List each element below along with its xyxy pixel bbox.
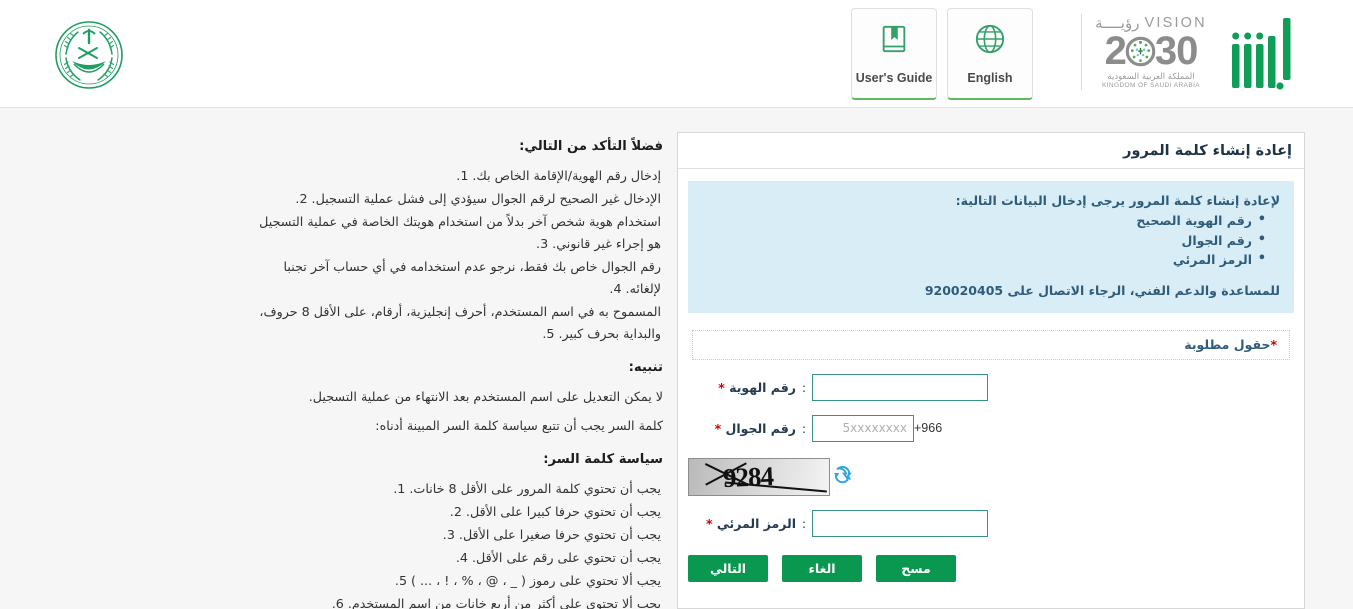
id-field-colon: : [801, 379, 807, 395]
instructions-confirm-heading: فضلاً التأكد من التالي: [519, 139, 663, 154]
mobile-field-label: رقم الجوال * [714, 420, 796, 436]
info-requirements-list: رقم الهوية الصحيح رقم الجوال الرمز المرئ… [702, 210, 1267, 270]
vision-ornament-icon [1125, 36, 1156, 66]
mobile-field-colon: : [801, 420, 807, 436]
list-item: الرمز المرئي [702, 249, 1266, 270]
captcha-field-colon: : [801, 515, 807, 531]
vision-subtitle-ar: المملكة العربية السعودية [1107, 72, 1195, 82]
required-asterisk: * [1270, 336, 1277, 352]
list-item: رقم الجوال خاص بك فقط، نرجو عدم استخدامه… [283, 258, 661, 296]
list-item: يجب أن تحتوي حرفا كبيرا على الأقل. [465, 504, 661, 520]
captcha-input[interactable] [812, 509, 988, 537]
list-item: يجب أن تحتوي على رقم على الأقل. [471, 550, 661, 566]
vision-year: 2 30 [1086, 28, 1216, 73]
required-asterisk: * [714, 420, 722, 436]
language-switch-english-button[interactable]: English [947, 8, 1033, 100]
mobile-number-input[interactable] [812, 414, 914, 442]
list-item: يجب ألا تحتوي على أكثر من أربع خانات من … [347, 596, 661, 609]
id-field-label: رقم الهوية * [718, 379, 796, 395]
page-header: English User's Guide VISION رؤيــــة 2 3… [0, 0, 1353, 108]
page-body: فضلاً التأكد من التالي: إدخال رقم الهوية… [0, 108, 1353, 609]
cancel-button[interactable]: الغاء [782, 554, 862, 582]
captcha-code-text: 9284 [722, 460, 774, 493]
info-lead-text: لإعادة إنشاء كلمة المرور يرجى إدخال البي… [955, 193, 1280, 208]
id-field-row: رقم الهوية * : [688, 373, 1294, 401]
users-guide-button[interactable]: User's Guide [851, 8, 937, 100]
vision-2030-logo: VISION رؤيــــة 2 30 المملكة العربية الس [1081, 14, 1216, 90]
vision-year-right: 30 [1154, 28, 1198, 73]
list-item: رقم الهوية الصحيح [702, 210, 1266, 231]
globe-icon [974, 23, 1006, 59]
instructions-confirm-list: إدخال رقم الهوية/الإقامة الخاص بك. الإدخ… [245, 165, 661, 345]
list-item: الإدخال غير الصحيح لرقم الجوال سيؤدي إلى… [311, 190, 661, 206]
captcha-field-row: الرمز المرئي * : [688, 509, 1294, 537]
refresh-icon[interactable] [830, 465, 854, 489]
absher-logo [1228, 14, 1300, 90]
info-box: لإعادة إنشاء كلمة المرور يرجى إدخال البي… [688, 181, 1294, 313]
required-asterisk: * [718, 379, 725, 395]
list-item: رقم الجوال [702, 230, 1267, 251]
list-item: استخدام هوية شخص آخر بدلاً من استخدام هو… [259, 213, 661, 251]
instructions-panel: فضلاً التأكد من التالي: إدخال رقم الهوية… [245, 136, 663, 609]
captcha-image-row: 9284 [688, 457, 1294, 496]
id-number-input[interactable] [812, 373, 988, 401]
support-contact-text: للمساعدة والدعم الفني، الرجاء الاتصال عل… [924, 283, 1280, 298]
clear-button[interactable]: مسح [876, 554, 956, 582]
password-policy-list: يجب أن تحتوي كلمة المرور على الأقل 8 خان… [245, 478, 661, 609]
instructions-notice-text-1: لا يمكن التعديل على اسم المستخدم بعد الا… [308, 389, 663, 405]
list-item: يجب أن تحتوي حرفا صغيرا على الأقل. [458, 527, 661, 543]
form-buttons: التالي الغاء مسح [688, 554, 1294, 582]
users-guide-label: User's Guide [855, 70, 933, 85]
instructions-policy-heading: سياسة كلمة السر: [543, 452, 663, 468]
language-switch-label: English [967, 70, 1013, 85]
list-item: يجب أن تحتوي كلمة المرور على الأقل 8 خان… [409, 481, 661, 497]
next-button[interactable]: التالي [688, 554, 768, 582]
list-item: يجب ألا تحتوي على رموز ( _ ، @ ، % ، ! ،… [411, 573, 661, 589]
book-guide-icon [878, 23, 910, 59]
vision-subtitle-en: KINGDOM OF SAUDI ARABIA [1101, 82, 1201, 89]
captcha-image: 9284 [688, 457, 830, 496]
list-item: المسموح به في اسم المستخدم، أحرف إنجليزي… [259, 303, 661, 341]
panel-title: إعادة إنشاء كلمة المرور [678, 133, 1304, 169]
ministry-of-interior-emblem [52, 18, 126, 92]
country-code-label: +966 [914, 421, 943, 436]
required-asterisk: * [705, 515, 713, 531]
list-item: إدخال رقم الهوية/الإقامة الخاص بك. [472, 167, 661, 183]
reset-password-panel: إعادة إنشاء كلمة المرور لإعادة إنشاء كلم… [677, 132, 1305, 609]
required-fields-note: *حقول مطلوبة [692, 329, 1290, 360]
required-fields-label: حقول مطلوبة [1184, 336, 1271, 352]
captcha-field-label: الرمز المرئي * [705, 515, 796, 531]
mobile-field-row: رقم الجوال * : +966 [688, 414, 1294, 442]
instructions-notice-heading: تنبيه: [628, 359, 663, 375]
vision-year-left: 2 [1104, 28, 1127, 73]
header-action-cards: English User's Guide [851, 8, 1033, 100]
instructions-notice-text-2: كلمة السر يجب أن تتبع سياسة كلمة السر ال… [375, 418, 663, 434]
